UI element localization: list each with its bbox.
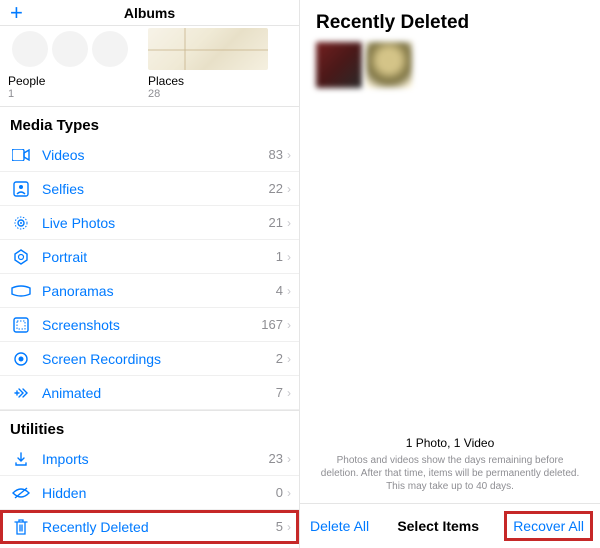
deletion-info: 1 Photo, 1 Video Photos and videos show … — [300, 436, 600, 503]
albums-title: Albums — [124, 5, 175, 21]
row-count: 1 — [276, 249, 283, 264]
video-icon — [10, 149, 32, 161]
albums-header: + Albums — [0, 0, 299, 26]
places-thumbnail — [148, 28, 268, 70]
live-photo-icon — [10, 215, 32, 231]
recently-deleted-screen: Recently Deleted 1 Photo, 1 Video Photos… — [300, 0, 600, 548]
album-label: People — [8, 74, 140, 88]
delete-all-button[interactable]: Delete All — [310, 518, 369, 534]
row-imports[interactable]: Imports 23 › — [0, 442, 299, 476]
people-thumbnail — [8, 28, 128, 70]
row-panoramas[interactable]: Panoramas 4 › — [0, 274, 299, 308]
row-screenshots[interactable]: Screenshots 167 › — [0, 308, 299, 342]
row-label: Animated — [32, 385, 276, 401]
chevron-right-icon: › — [287, 486, 291, 500]
row-count: 22 — [269, 181, 283, 196]
deleted-item-thumbnail[interactable] — [366, 42, 412, 88]
row-label: Hidden — [32, 485, 276, 501]
row-label: Videos — [32, 147, 269, 163]
deletion-explainer: Photos and videos show the days remainin… — [318, 454, 582, 493]
utilities-header: Utilities — [0, 410, 299, 442]
row-count: 2 — [276, 351, 283, 366]
add-album-button[interactable]: + — [10, 2, 23, 24]
trash-icon — [10, 519, 32, 535]
chevron-right-icon: › — [287, 182, 291, 196]
row-screen-recordings[interactable]: Screen Recordings 2 › — [0, 342, 299, 376]
chevron-right-icon: › — [287, 216, 291, 230]
screen-recording-icon — [10, 351, 32, 367]
row-label: Live Photos — [32, 215, 269, 231]
row-label: Portrait — [32, 249, 276, 265]
row-count: 23 — [269, 451, 283, 466]
portrait-icon — [10, 249, 32, 265]
panorama-icon — [10, 285, 32, 297]
album-count: 1 — [8, 88, 140, 100]
row-videos[interactable]: Videos 83 › — [0, 138, 299, 172]
row-selfies[interactable]: Selfies 22 › — [0, 172, 299, 206]
chevron-right-icon: › — [287, 148, 291, 162]
chevron-right-icon: › — [287, 452, 291, 466]
album-people[interactable]: People 1 — [0, 28, 140, 106]
albums-screen: + Albums People 1 Places 28 Media Types … — [0, 0, 300, 548]
chevron-right-icon: › — [287, 250, 291, 264]
deleted-thumbnails — [300, 42, 600, 88]
row-label: Screen Recordings — [32, 351, 276, 367]
deletion-count: 1 Photo, 1 Video — [318, 436, 582, 450]
row-count: 167 — [261, 317, 283, 332]
selfie-icon — [10, 181, 32, 197]
deleted-item-thumbnail[interactable] — [316, 42, 362, 88]
animated-icon — [10, 385, 32, 401]
album-label: Places — [148, 74, 280, 88]
row-recently-deleted[interactable]: Recently Deleted 5 › — [0, 510, 299, 544]
row-live-photos[interactable]: Live Photos 21 › — [0, 206, 299, 240]
album-count: 28 — [148, 88, 280, 100]
import-icon — [10, 451, 32, 467]
row-label: Recently Deleted — [32, 519, 276, 535]
album-places[interactable]: Places 28 — [140, 28, 280, 106]
row-portrait[interactable]: Portrait 1 › — [0, 240, 299, 274]
chevron-right-icon: › — [287, 318, 291, 332]
row-count: 21 — [269, 215, 283, 230]
chevron-right-icon: › — [287, 520, 291, 534]
row-label: Screenshots — [32, 317, 261, 333]
row-label: Imports — [32, 451, 269, 467]
media-types-header: Media Types — [0, 106, 299, 138]
select-items-button[interactable]: Select Items — [397, 518, 479, 534]
screenshot-icon — [10, 317, 32, 333]
recently-deleted-title: Recently Deleted — [300, 0, 600, 42]
row-count: 0 — [276, 485, 283, 500]
chevron-right-icon: › — [287, 386, 291, 400]
row-hidden[interactable]: Hidden 0 › — [0, 476, 299, 510]
row-label: Selfies — [32, 181, 269, 197]
row-count: 7 — [276, 385, 283, 400]
chevron-right-icon: › — [287, 284, 291, 298]
row-label: Panoramas — [32, 283, 276, 299]
row-count: 83 — [269, 147, 283, 162]
row-count: 5 — [276, 519, 283, 534]
recover-all-button[interactable]: Recover All — [507, 514, 590, 538]
row-count: 4 — [276, 283, 283, 298]
recently-deleted-toolbar: Delete All Select Items Recover All — [300, 503, 600, 548]
chevron-right-icon: › — [287, 352, 291, 366]
hidden-icon — [10, 487, 32, 499]
albums-row: People 1 Places 28 — [0, 26, 299, 106]
row-animated[interactable]: Animated 7 › — [0, 376, 299, 410]
